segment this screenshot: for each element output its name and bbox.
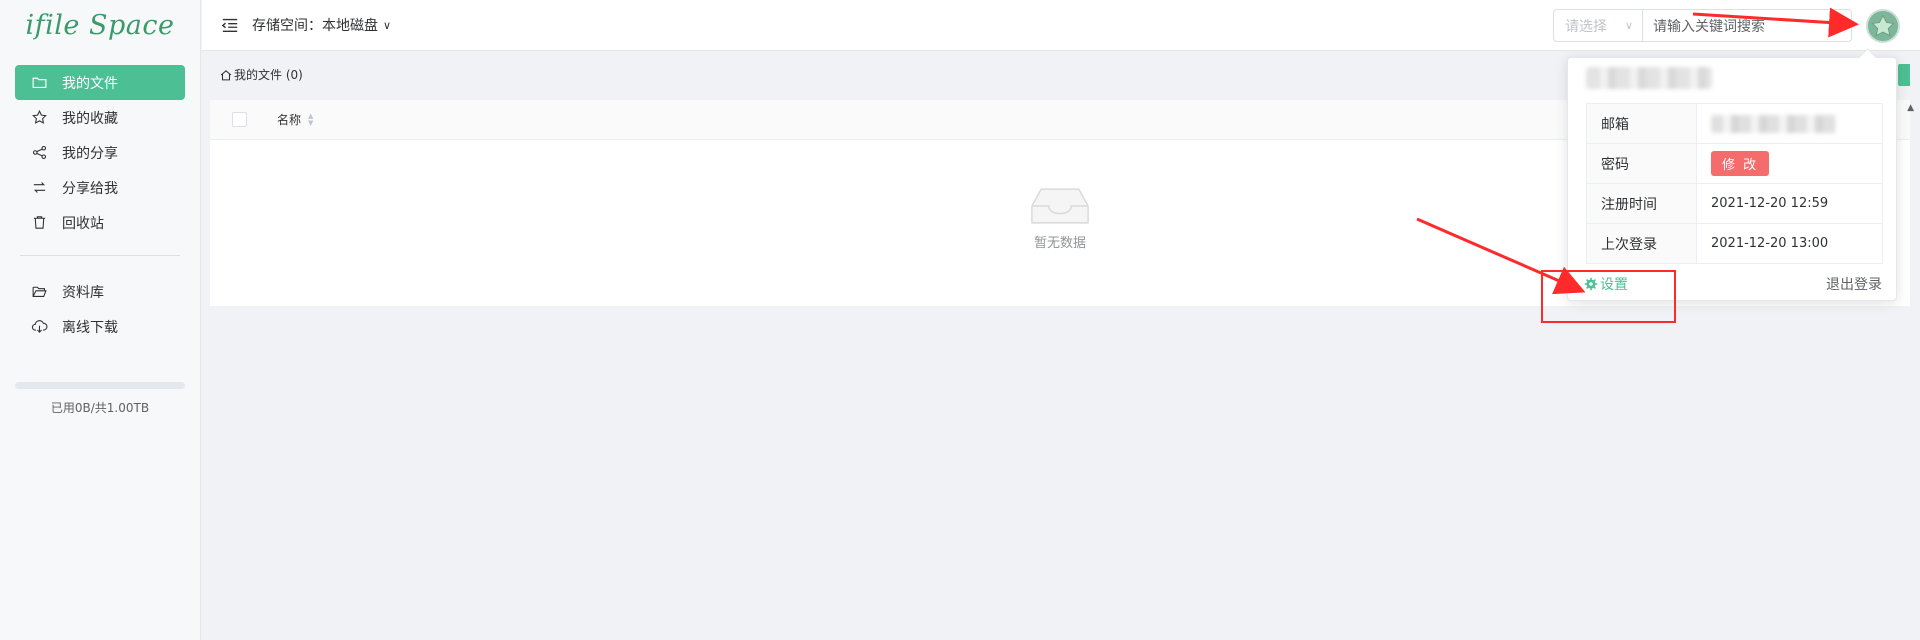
select-placeholder: 请选择 [1565,18,1607,35]
logout-link[interactable]: 退出登录 [1826,274,1882,294]
user-info-popover: 邮箱 密码 修 改 注册时间 2021-12-20 12:59 上次登录 202… [1567,57,1897,301]
sidebar: ifile Space 我的文件 我的收藏 我的分享 分享给我 回收站 资料库 … [0,0,201,640]
register-time-key: 注册时间 [1586,183,1697,224]
password-value: 修 改 [1696,143,1883,184]
column-name-header[interactable]: 名称 ▲ ▼ [277,111,313,128]
last-login-value: 2021-12-20 13:00 [1696,223,1883,264]
search-type-select[interactable]: 请选择 ∨ [1553,9,1642,42]
storage-selector[interactable]: 存储空间：本地磁盘 ∨ [252,15,391,35]
folder-open-icon [30,283,48,301]
select-all-checkbox[interactable] [232,112,247,127]
sidebar-menu: 我的文件 我的收藏 我的分享 分享给我 回收站 资料库 离线下载 [0,51,200,344]
star-icon [30,109,48,127]
last-login-key: 上次登录 [1586,223,1697,264]
email-value [1696,103,1883,144]
sidebar-divider [20,255,180,256]
upload-button-edge[interactable] [1898,64,1910,86]
cloud-download-icon [30,318,48,336]
table-row: 注册时间 2021-12-20 12:59 [1586,183,1883,224]
search-bar: 请选择 ∨ 请输入关键词搜索 [1553,9,1852,42]
password-key: 密码 [1586,143,1697,184]
annotation-highlight-box [1541,270,1676,323]
sidebar-item-library[interactable]: 资料库 [15,274,185,309]
sidebar-item-recycle-bin[interactable]: 回收站 [15,205,185,240]
breadcrumb[interactable]: 我的文件 (0) [219,66,303,83]
folder-icon [30,74,48,92]
avatar-image-icon [1871,14,1895,37]
sidebar-item-label: 资料库 [62,284,104,301]
column-name-label: 名称 [277,113,302,127]
search-placeholder: 请输入关键词搜索 [1653,18,1765,35]
chevron-down-icon: ∨ [1624,19,1633,32]
sidebar-item-label: 分享给我 [62,180,118,197]
scroll-up-icon[interactable]: ▲ [1907,103,1914,113]
breadcrumb-label: 我的文件 (0) [234,68,303,82]
sidebar-item-favorites[interactable]: 我的收藏 [15,100,185,135]
sidebar-item-my-shares[interactable]: 我的分享 [15,135,185,170]
app-logo[interactable]: ifile Space [0,0,200,51]
email-key: 邮箱 [1586,103,1697,144]
sort-caret-icon[interactable]: ▲ ▼ [308,112,313,127]
storage-usage-text: 已用0B/共1.00TB [50,401,150,415]
sidebar-item-label: 我的收藏 [62,110,118,127]
table-row: 邮箱 [1586,103,1883,144]
search-input[interactable]: 请输入关键词搜索 [1642,9,1852,42]
edit-password-button[interactable]: 修 改 [1711,151,1770,176]
sidebar-item-label: 回收站 [62,215,104,232]
chevron-down-icon: ∨ [383,18,392,32]
sidebar-item-label: 我的文件 [62,75,118,92]
sidebar-item-shared-with-me[interactable]: 分享给我 [15,170,185,205]
shared-with-me-icon [30,179,48,197]
search-icon[interactable] [1827,17,1841,35]
top-header: 存储空间：本地磁盘 ∨ 请选择 ∨ 请输入关键词搜索 [202,0,1920,51]
home-icon [220,69,232,80]
sidebar-item-label: 我的分享 [62,145,118,162]
sidebar-item-offline-download[interactable]: 离线下载 [15,309,185,344]
share-icon [30,144,48,162]
storage-label: 存储空间：本地磁盘 [252,18,378,34]
user-avatar[interactable] [1866,9,1900,43]
table-row: 上次登录 2021-12-20 13:00 [1586,223,1883,264]
user-info-table: 邮箱 密码 修 改 注册时间 2021-12-20 12:59 上次登录 202… [1586,103,1883,264]
trash-icon [30,214,48,232]
menu-toggle-icon[interactable] [220,15,240,35]
empty-text: 暂无数据 [1033,236,1086,251]
email-redacted [1711,114,1836,133]
username-redacted [1586,67,1712,89]
sidebar-item-my-files[interactable]: 我的文件 [15,65,185,100]
sidebar-item-label: 离线下载 [62,319,118,336]
table-row: 密码 修 改 [1586,143,1883,184]
register-time-value: 2021-12-20 12:59 [1696,183,1883,224]
storage-usage-bar [15,382,185,389]
empty-box-icon [1031,188,1089,224]
